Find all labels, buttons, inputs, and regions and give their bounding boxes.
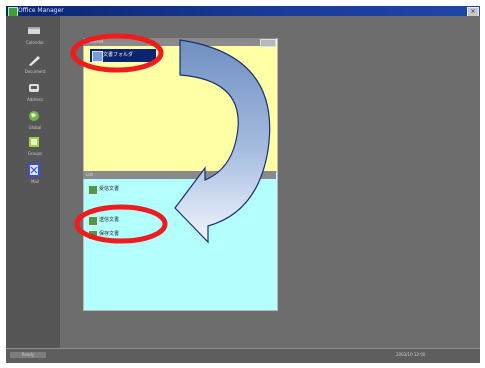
highlight-ellipse-bottom	[74, 204, 168, 244]
annotation-overlay	[70, 33, 271, 244]
status-left: Ready	[10, 352, 46, 358]
highlight-ellipse-top	[70, 33, 164, 73]
status-right: 2003/10 12:00	[396, 352, 426, 357]
curved-arrow	[174, 39, 271, 244]
